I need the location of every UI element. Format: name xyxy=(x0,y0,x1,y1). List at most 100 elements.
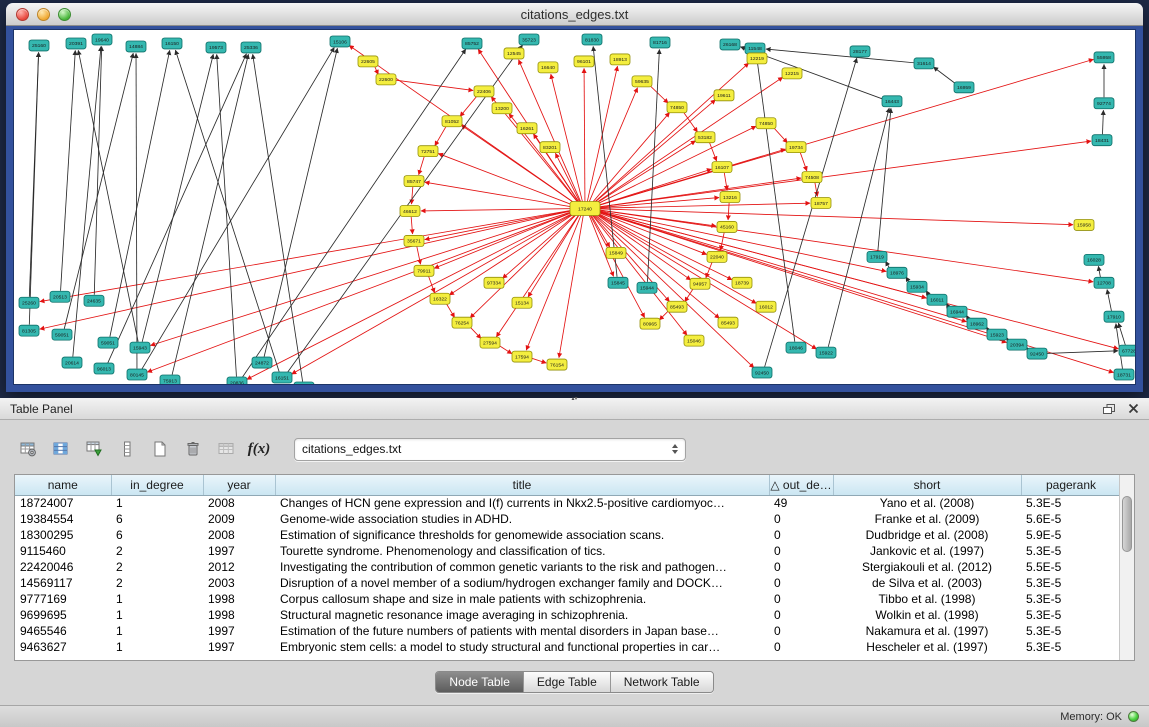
merge-table-button[interactable] xyxy=(212,436,240,462)
close-window-button[interactable] xyxy=(16,8,29,21)
cell-in_degree[interactable]: 6 xyxy=(111,527,203,543)
column-header-out_degree[interactable]: △ out_de… xyxy=(769,475,833,495)
cell-out_degree[interactable]: 0 xyxy=(769,591,833,607)
cell-title[interactable]: Corpus callosum shape and size in male p… xyxy=(275,591,769,607)
cell-out_degree[interactable]: 0 xyxy=(769,607,833,623)
cell-name[interactable]: 19384554 xyxy=(15,511,111,527)
cell-title[interactable]: Structural magnetic resonance image aver… xyxy=(275,607,769,623)
cell-year[interactable]: 2003 xyxy=(203,575,275,591)
cell-out_degree[interactable]: 0 xyxy=(769,623,833,639)
cell-name[interactable]: 18724007 xyxy=(15,495,111,511)
table-row[interactable]: 911546021997Tourette syndrome. Phenomeno… xyxy=(15,543,1121,559)
cell-short[interactable]: Stergiakouli et al. (2012) xyxy=(833,559,1021,575)
row-tools-button[interactable] xyxy=(113,436,141,462)
cell-short[interactable]: Jankovic et al. (1997) xyxy=(833,543,1021,559)
table-scrollbar[interactable] xyxy=(1119,475,1134,660)
cell-short[interactable]: Wolkin et al. (1998) xyxy=(833,607,1021,623)
scrollbar-thumb[interactable] xyxy=(1122,496,1132,552)
cell-name[interactable]: 9115460 xyxy=(15,543,111,559)
cell-name[interactable]: 18300295 xyxy=(15,527,111,543)
table-settings-button[interactable] xyxy=(14,436,42,462)
cell-in_degree[interactable]: 6 xyxy=(111,511,203,527)
cell-short[interactable]: Nakamura et al. (1997) xyxy=(833,623,1021,639)
cell-year[interactable]: 1997 xyxy=(203,543,275,559)
table-row[interactable]: 1830029562008Estimation of significance … xyxy=(15,527,1121,543)
cell-pagerank[interactable]: 5.3E-5 xyxy=(1021,543,1121,559)
cell-pagerank[interactable]: 5.3E-5 xyxy=(1021,591,1121,607)
cell-year[interactable]: 1997 xyxy=(203,639,275,655)
cell-short[interactable]: Tibbo et al. (1998) xyxy=(833,591,1021,607)
cell-name[interactable]: 9777169 xyxy=(15,591,111,607)
table-row[interactable]: 1938455462009Genome-wide association stu… xyxy=(15,511,1121,527)
cell-pagerank[interactable]: 5.3E-5 xyxy=(1021,575,1121,591)
cell-out_degree[interactable]: 49 xyxy=(769,495,833,511)
cell-short[interactable]: de Silva et al. (2003) xyxy=(833,575,1021,591)
cell-title[interactable]: Disruption of a novel member of a sodium… xyxy=(275,575,769,591)
cell-short[interactable]: Hescheler et al. (1997) xyxy=(833,639,1021,655)
cell-pagerank[interactable]: 5.9E-5 xyxy=(1021,527,1121,543)
float-panel-icon[interactable] xyxy=(1102,403,1116,415)
cell-year[interactable]: 1997 xyxy=(203,623,275,639)
cell-pagerank[interactable]: 5.3E-5 xyxy=(1021,495,1121,511)
cell-year[interactable]: 2009 xyxy=(203,511,275,527)
cell-in_degree[interactable]: 1 xyxy=(111,607,203,623)
cell-in_degree[interactable]: 2 xyxy=(111,543,203,559)
panel-divider-grip[interactable]: ▴▾ xyxy=(567,397,583,403)
cell-title[interactable]: Estimation of significance thresholds fo… xyxy=(275,527,769,543)
cell-out_degree[interactable]: 0 xyxy=(769,639,833,655)
cell-year[interactable]: 2008 xyxy=(203,527,275,543)
cell-out_degree[interactable]: 0 xyxy=(769,511,833,527)
cell-name[interactable]: 9463627 xyxy=(15,639,111,655)
table-row[interactable]: 946362711997Embryonic stem cells: a mode… xyxy=(15,639,1121,655)
column-header-year[interactable]: year xyxy=(203,475,275,495)
import-table-button[interactable] xyxy=(80,436,108,462)
table-row[interactable]: 2242004622012Investigating the contribut… xyxy=(15,559,1121,575)
cell-pagerank[interactable]: 5.3E-5 xyxy=(1021,607,1121,623)
network-graph-canvas[interactable]: 2516020391196401488416150195732533615106… xyxy=(14,30,1135,384)
close-panel-icon[interactable] xyxy=(1128,403,1139,414)
cell-in_degree[interactable]: 1 xyxy=(111,623,203,639)
cell-title[interactable]: Tourette syndrome. Phenomenology and cla… xyxy=(275,543,769,559)
table-row[interactable]: 969969511998Structural magnetic resonanc… xyxy=(15,607,1121,623)
cell-pagerank[interactable]: 5.5E-5 xyxy=(1021,559,1121,575)
cell-out_degree[interactable]: 0 xyxy=(769,575,833,591)
cell-title[interactable]: Changes of HCN gene expression and I(f) … xyxy=(275,495,769,511)
graph-node[interactable] xyxy=(294,382,314,384)
column-header-title[interactable]: title xyxy=(275,475,769,495)
table-row[interactable]: 1872400712008Changes of HCN gene express… xyxy=(15,495,1121,511)
table-row[interactable]: 977716911998Corpus callosum shape and si… xyxy=(15,591,1121,607)
network-window-titlebar[interactable]: citations_edges.txt xyxy=(6,3,1143,26)
cell-in_degree[interactable]: 1 xyxy=(111,591,203,607)
table-row[interactable]: 946554611997Estimation of the future num… xyxy=(15,623,1121,639)
cell-in_degree[interactable]: 2 xyxy=(111,559,203,575)
cell-year[interactable]: 1998 xyxy=(203,607,275,623)
zoom-window-button[interactable] xyxy=(58,8,71,21)
cell-out_degree[interactable]: 0 xyxy=(769,527,833,543)
minimize-window-button[interactable] xyxy=(37,8,50,21)
table-selector-dropdown[interactable]: citations_edges.txt xyxy=(294,438,686,461)
cell-in_degree[interactable]: 2 xyxy=(111,575,203,591)
cell-pagerank[interactable]: 5.3E-5 xyxy=(1021,623,1121,639)
tab-edge-table[interactable]: Edge Table xyxy=(524,672,611,692)
cell-name[interactable]: 9699695 xyxy=(15,607,111,623)
column-header-pagerank[interactable]: pagerank xyxy=(1021,475,1121,495)
cell-short[interactable]: Franke et al. (2009) xyxy=(833,511,1021,527)
table-row[interactable]: 1456911722003Disruption of a novel membe… xyxy=(15,575,1121,591)
delete-table-button[interactable] xyxy=(179,436,207,462)
cell-year[interactable]: 1998 xyxy=(203,591,275,607)
cell-short[interactable]: Dudbridge et al. (2008) xyxy=(833,527,1021,543)
function-builder-button[interactable]: f(x) xyxy=(245,436,273,462)
cell-title[interactable]: Investigating the contribution of common… xyxy=(275,559,769,575)
cell-out_degree[interactable]: 0 xyxy=(769,543,833,559)
cell-in_degree[interactable]: 1 xyxy=(111,639,203,655)
cell-year[interactable]: 2012 xyxy=(203,559,275,575)
cell-name[interactable]: 14569117 xyxy=(15,575,111,591)
cell-pagerank[interactable]: 5.6E-5 xyxy=(1021,511,1121,527)
cell-pagerank[interactable]: 5.3E-5 xyxy=(1021,639,1121,655)
cell-name[interactable]: 9465546 xyxy=(15,623,111,639)
cell-title[interactable]: Genome-wide association studies in ADHD. xyxy=(275,511,769,527)
new-table-button[interactable] xyxy=(146,436,174,462)
column-header-short[interactable]: short xyxy=(833,475,1021,495)
cell-in_degree[interactable]: 1 xyxy=(111,495,203,511)
cell-name[interactable]: 22420046 xyxy=(15,559,111,575)
